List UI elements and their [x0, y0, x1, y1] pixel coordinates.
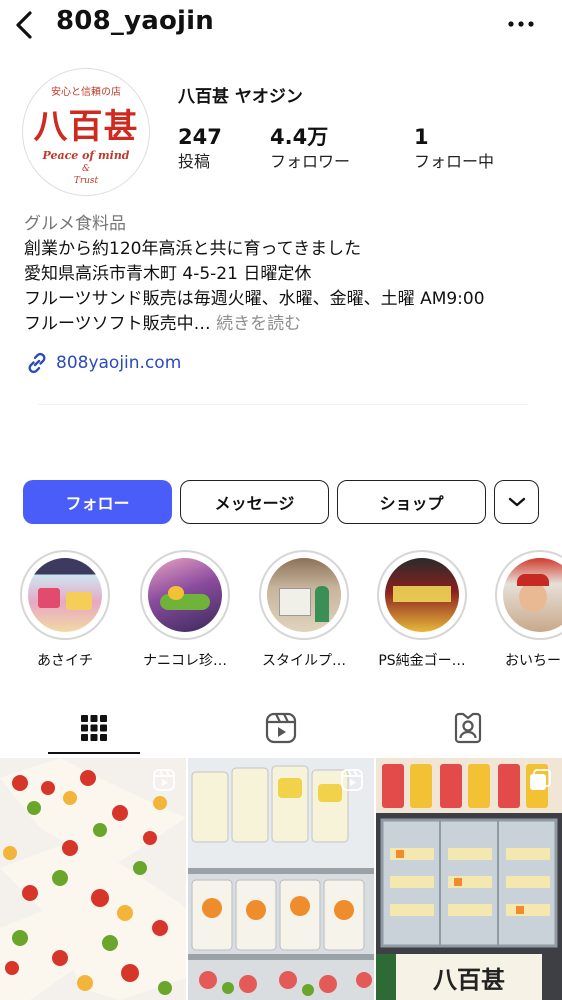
suggested-accounts-button[interactable] [494, 480, 539, 524]
bio-last-line: フルーツソフト販売中… [24, 314, 211, 334]
avatar-line-2: & [81, 164, 90, 174]
tab-tagged[interactable] [374, 700, 561, 756]
reels-icon [341, 769, 363, 791]
highlight-thumbnail [267, 558, 341, 632]
highlight-label: スタイルプ… [262, 653, 346, 669]
avatar-line-3: Trust [73, 176, 99, 186]
svg-text:八百甚: 八百甚 [433, 965, 505, 994]
bio-line: フルーツサンド販売は毎週火曜、水曜、金曜、土曜 AM9:00 [24, 289, 485, 309]
highlight-ring [20, 550, 110, 640]
tab-reels[interactable] [187, 700, 374, 756]
highlight-label: あさイチ [37, 653, 93, 669]
username: 808_yaojin [56, 6, 214, 36]
bio-line: 創業から約120年高浜と共に育ってきました [24, 239, 362, 259]
highlight-thumbnail [148, 558, 222, 632]
highlight-item[interactable]: スタイルプ… [255, 550, 353, 670]
stat-label: フォロワー [270, 152, 351, 171]
stat-following[interactable]: 1 フォロー中 [414, 124, 494, 174]
website-link-text: 808yaojin.com [56, 353, 182, 373]
highlight-item[interactable]: あさイチ [16, 550, 114, 670]
highlight-thumbnail [28, 558, 102, 632]
carousel-icon [530, 769, 551, 790]
stat-posts[interactable]: 247 投稿 [178, 124, 222, 174]
chevron-left-icon [16, 11, 32, 39]
link-icon [28, 352, 46, 374]
post-thumbnail[interactable] [188, 758, 374, 1000]
category-label: グルメ食料品 [24, 214, 126, 234]
follow-button[interactable]: フォロー [23, 480, 172, 524]
highlight-ring [140, 550, 230, 640]
stat-value: 1 [414, 125, 429, 149]
stat-value: 247 [178, 125, 222, 149]
highlight-item[interactable]: ナニコレ珍… [136, 550, 234, 670]
avatar-logo-text: 八百甚 [33, 107, 139, 147]
active-tab-indicator [48, 752, 140, 754]
bio-line: フルーツソフト販売中… 続きを読む [24, 312, 554, 337]
highlight-thumbnail [385, 558, 459, 632]
more-icon [508, 21, 534, 27]
bio-line: 愛知県高浜市青木町 4-5-21 日曜定休 [24, 264, 312, 284]
avatar-line-1: Peace of mind [42, 149, 130, 162]
website-link[interactable]: 808yaojin.com [24, 350, 181, 376]
highlight-label: ナニコレ珍… [143, 653, 227, 669]
avatar-tagline: 安心と信頼の店 [51, 87, 121, 98]
multi-post-badge [528, 768, 552, 796]
stat-label: フォロー中 [414, 152, 495, 171]
highlight-label: PS純金ゴー… [378, 653, 466, 669]
highlight-thumbnail [503, 558, 562, 632]
reels-icon [265, 712, 296, 744]
highlight-ring [259, 550, 349, 640]
shop-button[interactable]: ショップ [337, 480, 486, 524]
highlight-item[interactable]: おいちーっ [491, 550, 562, 670]
display-name: 八百甚 ヤオジン [178, 87, 303, 107]
reels-icon [153, 769, 175, 791]
stat-label: 投稿 [178, 152, 211, 171]
reel-badge [340, 768, 364, 796]
stat-value: 4.4万 [270, 125, 329, 149]
top-bar: 808_yaojin [0, 0, 562, 50]
read-more-link[interactable]: 続きを読む [216, 314, 301, 334]
message-button[interactable]: メッセージ [180, 480, 329, 524]
stat-followers[interactable]: 4.4万 フォロワー [270, 124, 350, 174]
chevron-down-icon [508, 497, 525, 507]
post-thumbnail[interactable] [0, 758, 186, 1000]
tab-posts-grid[interactable] [0, 700, 187, 756]
highlight-ring [495, 550, 562, 640]
grid-icon [80, 715, 107, 741]
divider [38, 404, 528, 405]
reel-badge [152, 768, 176, 796]
highlight-item[interactable]: PS純金ゴー… [373, 550, 471, 670]
more-options-button[interactable] [506, 10, 536, 38]
profile-tabs [0, 700, 562, 756]
highlight-ring [377, 550, 467, 640]
tagged-icon [454, 712, 481, 744]
bio: グルメ食料品 創業から約120年高浜と共に育ってきました 愛知県高浜市青木町 4… [24, 212, 554, 337]
back-button[interactable] [10, 8, 38, 42]
profile-avatar[interactable]: 安心と信頼の店 八百甚 Peace of mind & Trust [22, 68, 150, 196]
highlight-label: おいちーっ [505, 653, 562, 669]
post-thumbnail[interactable]: 八百甚 [376, 758, 562, 1000]
